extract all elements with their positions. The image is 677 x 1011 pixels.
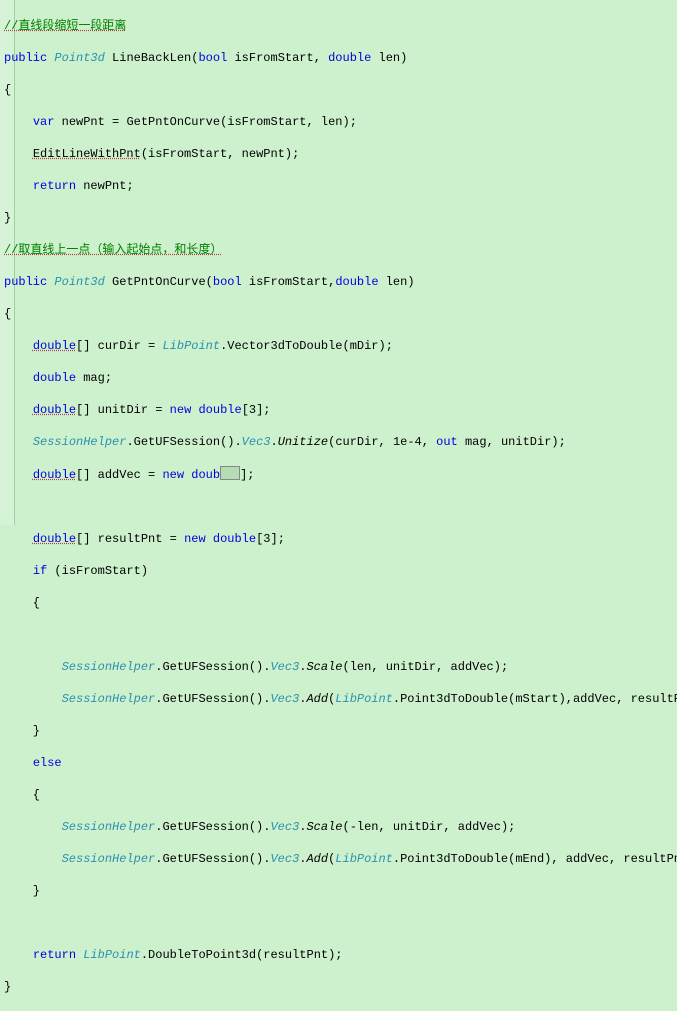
code-line[interactable]: return newPnt; <box>4 178 677 194</box>
code-line[interactable]: { <box>4 787 677 803</box>
code-line[interactable]: SessionHelper.GetUFSession().Vec3.Unitiz… <box>4 434 677 450</box>
code-line[interactable]: } <box>4 723 677 739</box>
code-line[interactable]: double[] addVec = new doub]; <box>4 466 677 483</box>
comment-text: //取直线上一点（输入起始点，和长度） <box>4 243 222 257</box>
code-line[interactable]: SessionHelper.GetUFSession().Vec3.Scale(… <box>4 659 677 675</box>
code-line[interactable]: public Point3d GetPntOnCurve(bool isFrom… <box>4 274 677 290</box>
code-line[interactable]: var newPnt = GetPntOnCurve(isFromStart, … <box>4 114 677 130</box>
code-line[interactable]: double[] resultPnt = new double[3]; <box>4 531 677 547</box>
code-line[interactable]: } <box>4 883 677 899</box>
code-line[interactable] <box>4 915 677 931</box>
code-line[interactable]: { <box>4 306 677 322</box>
code-line[interactable]: { <box>4 82 677 98</box>
code-line[interactable]: else <box>4 755 677 771</box>
code-line[interactable] <box>4 627 677 643</box>
inline-image-icon <box>220 466 240 480</box>
code-line[interactable]: return LibPoint.DoubleToPoint3d(resultPn… <box>4 947 677 963</box>
code-line[interactable]: public Point3d LineBackLen(bool isFromSt… <box>4 50 677 66</box>
code-line[interactable]: } <box>4 210 677 226</box>
code-line[interactable]: } <box>4 979 677 995</box>
code-line[interactable]: SessionHelper.GetUFSession().Vec3.Add(Li… <box>4 691 677 707</box>
code-line[interactable]: //直线段缩短一段距离 <box>4 18 677 34</box>
code-line[interactable]: //取直线上一点（输入起始点，和长度） <box>4 242 677 258</box>
code-line[interactable]: SessionHelper.GetUFSession().Vec3.Scale(… <box>4 819 677 835</box>
code-line[interactable]: double[] unitDir = new double[3]; <box>4 402 677 418</box>
code-editor[interactable]: //直线段缩短一段距离 public Point3d LineBackLen(b… <box>0 0 677 525</box>
code-line[interactable]: EditLineWithPnt(isFromStart, newPnt); <box>4 146 677 162</box>
code-line[interactable]: if (isFromStart) <box>4 563 677 579</box>
comment-text: //直线段缩短一段距离 <box>4 19 126 33</box>
code-line[interactable]: SessionHelper.GetUFSession().Vec3.Add(Li… <box>4 851 677 867</box>
code-line[interactable]: double mag; <box>4 370 677 386</box>
code-line[interactable] <box>4 499 677 515</box>
code-line[interactable]: double[] curDir = LibPoint.Vector3dToDou… <box>4 338 677 354</box>
code-line[interactable]: { <box>4 595 677 611</box>
